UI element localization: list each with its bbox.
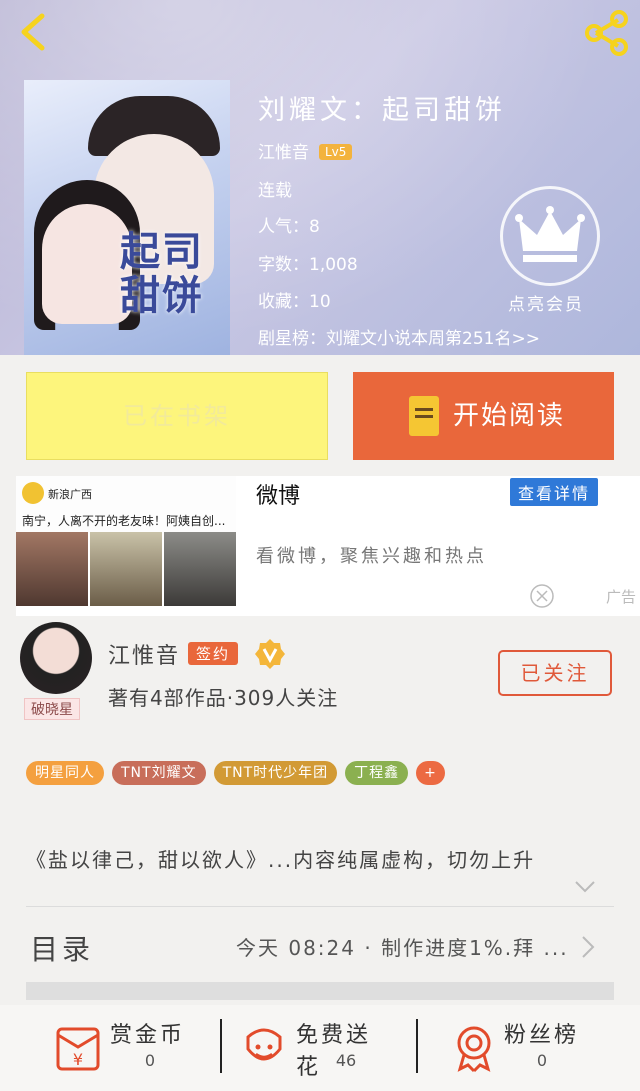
share-icon[interactable]	[582, 10, 630, 56]
signed-badge: 签约	[188, 642, 239, 665]
book-intro[interactable]: 《盐以律己，甜以欲人》...内容纯属虚构，切勿上升	[26, 844, 535, 873]
fans-count: 0	[536, 1051, 548, 1070]
reward-count: 0	[144, 1051, 156, 1070]
ad-banner[interactable]: 新浪广西 南宁，人离不开的老友味！阿姨自创... 微博 查看详情 看微博，聚焦兴…	[16, 476, 640, 616]
red-envelope-icon: ¥	[56, 1027, 100, 1071]
popularity: 人气：8	[258, 217, 320, 237]
ad-photo	[16, 532, 88, 606]
section-divider	[26, 982, 614, 1000]
serial-status: 连载	[258, 181, 292, 201]
crown-icon	[515, 206, 585, 262]
svg-text:¥: ¥	[73, 1050, 83, 1069]
avatar[interactable]	[20, 622, 92, 694]
ad-thumbnail: 新浪广西 南宁，人离不开的老友味！阿姨自创...	[16, 476, 236, 606]
divider	[26, 906, 614, 907]
book-title: 刘耀文：起司甜饼	[258, 95, 506, 126]
send-flower-button[interactable]: 免费送花 46	[186, 1005, 386, 1091]
tag-item[interactable]: 丁程鑫	[345, 761, 409, 785]
fans-label: 粉丝榜	[504, 1023, 580, 1048]
chevron-left-icon[interactable]	[14, 12, 54, 52]
flower-icon	[246, 1028, 282, 1061]
author-card: 破晓星 江惟音 签约 著有4部作品·309人关注 已关注	[20, 622, 620, 732]
book-header: 起司甜饼 刘耀文：起司甜饼 江惟音 Lv5 连载 人气：8 字数：1,008 收藏…	[0, 0, 640, 355]
author-line: 江惟音 Lv5	[258, 138, 353, 163]
ad-subtitle: 看微博，聚焦兴趣和热点	[256, 546, 487, 567]
ad-source: 新浪广西	[48, 488, 92, 501]
tag-list: 明星同人 TNT刘耀文 TNT时代少年团 丁程鑫 +	[26, 761, 453, 785]
author-card-name[interactable]: 江惟音	[108, 638, 180, 670]
reward-coins-button[interactable]: ¥ 赏金币 0	[0, 1005, 200, 1091]
toc-title[interactable]: 目录	[30, 928, 94, 968]
verified-v-icon	[255, 639, 285, 669]
ad-thumb-header: 新浪广西 南宁，人离不开的老友味！阿姨自创...	[16, 476, 236, 534]
toc-update[interactable]: 今天 08:24 · 制作进度1%.拜 ...	[236, 932, 569, 961]
add-tag-button[interactable]: +	[416, 761, 445, 785]
ad-label: 广告	[524, 582, 640, 610]
in-shelf-button[interactable]: 已在书架	[26, 372, 328, 460]
book-cover[interactable]: 起司甜饼	[24, 80, 230, 355]
vip-label[interactable]: 点亮会员	[508, 290, 584, 315]
reward-label: 赏金币	[110, 1023, 186, 1048]
flower-count: 46	[335, 1051, 357, 1070]
medal-icon	[457, 1026, 491, 1073]
tag-item[interactable]: TNT刘耀文	[112, 761, 206, 785]
level-badge: Lv5	[319, 144, 353, 160]
word-count: 字数：1,008	[258, 255, 358, 275]
cover-figure-face	[42, 204, 132, 324]
start-reading-button[interactable]: 开始阅读	[353, 372, 614, 460]
close-icon[interactable]	[524, 582, 564, 610]
ad-brand: 微博	[256, 484, 301, 509]
ad-details-button[interactable]: 查看详情	[510, 478, 599, 506]
flower-label: 免费送花	[296, 1023, 372, 1080]
vip-button[interactable]	[500, 186, 600, 286]
ad-label-text: 广告	[606, 588, 637, 606]
source-logo-icon	[22, 482, 44, 504]
tag-item[interactable]: 明星同人	[26, 761, 104, 785]
favorites-count: 收藏：10	[258, 292, 331, 312]
ranking-link[interactable]: 剧星榜：刘耀文小说本周第251名>>	[258, 324, 540, 349]
cover-title: 起司甜饼	[120, 228, 204, 319]
ad-photo	[164, 532, 236, 606]
chevron-down-icon[interactable]	[574, 880, 596, 894]
bottom-bar: ¥ 赏金币 0 免费送花 46 粉丝榜 0	[0, 1005, 640, 1091]
book-icon	[409, 396, 439, 436]
follow-button[interactable]: 已关注	[498, 650, 612, 696]
avatar-badge: 破晓星	[24, 698, 80, 720]
chevron-right-icon[interactable]	[580, 934, 596, 960]
ad-photo	[90, 532, 162, 606]
author-stats: 著有4部作品·309人关注	[108, 686, 339, 710]
author-name[interactable]: 江惟音	[258, 143, 309, 163]
ad-headline: 南宁，人离不开的老友味！阿姨自创...	[22, 514, 226, 528]
tag-item[interactable]: TNT时代少年团	[213, 761, 338, 785]
fan-ranking-button[interactable]: 粉丝榜 0	[396, 1005, 596, 1091]
start-reading-label: 开始阅读	[453, 401, 566, 431]
